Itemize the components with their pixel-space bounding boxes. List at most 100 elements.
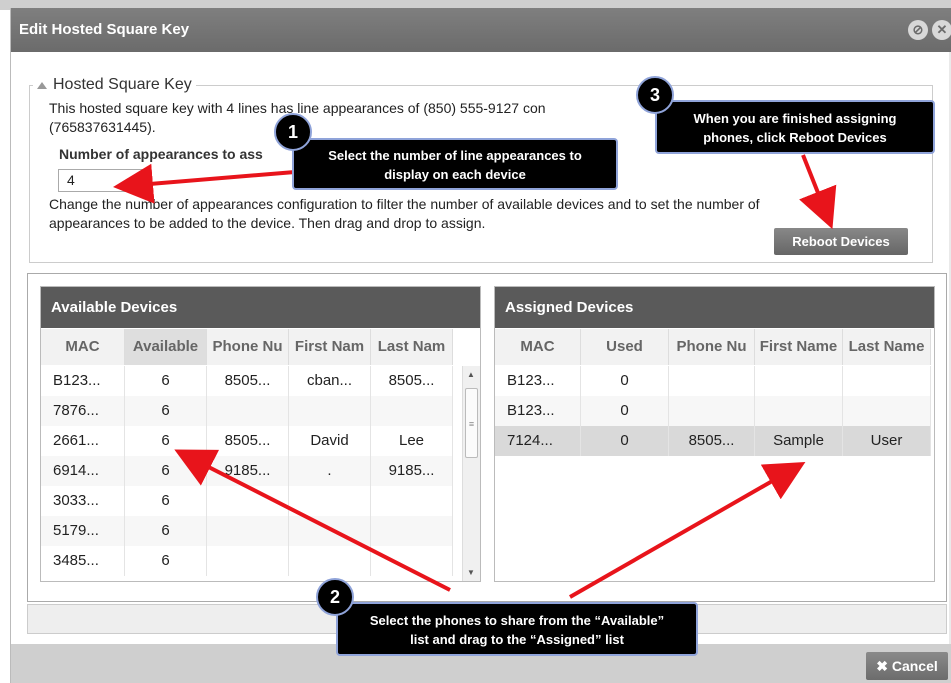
available-devices-title: Available Devices (41, 287, 480, 328)
assigned-cell (843, 396, 931, 426)
appearances-value: 4 (67, 172, 75, 188)
available-col-header[interactable]: Last Nam (371, 329, 453, 365)
callout-1: Select the number of line appearances to… (292, 138, 618, 190)
callout-2: Select the phones to share from the “Ava… (336, 602, 698, 656)
available-col-header[interactable]: First Nam (289, 329, 371, 365)
assigned-col-header[interactable]: MAC (495, 329, 581, 365)
available-table-row[interactable]: 3033... 6 (41, 486, 453, 516)
assigned-cell: 7124... (495, 426, 581, 456)
assigned-cell: 0 (581, 426, 669, 456)
available-cell (371, 486, 453, 516)
available-cell: . (289, 456, 371, 486)
available-table-row[interactable]: 3485... 6 (41, 546, 453, 576)
assigned-cell (669, 396, 755, 426)
available-cell: Lee (371, 426, 453, 456)
reboot-devices-button[interactable]: Reboot Devices (774, 228, 908, 255)
assigned-cell (669, 366, 755, 396)
assigned-cell: B123... (495, 366, 581, 396)
callout-1-line-1: Select the number of line appearances to (328, 148, 582, 163)
available-cell: 2661... (41, 426, 125, 456)
available-table-row[interactable]: 5179... 6 (41, 516, 453, 546)
available-cell (289, 396, 371, 426)
available-cell: 8505... (371, 366, 453, 396)
available-cell (207, 546, 289, 576)
available-cell: 6 (125, 456, 207, 486)
callout-3-badge: 3 (636, 76, 674, 114)
available-cell: 6 (125, 426, 207, 456)
assigned-cell: 8505... (669, 426, 755, 456)
available-col-header[interactable]: MAC (41, 329, 125, 365)
available-cell (371, 546, 453, 576)
available-cell (289, 516, 371, 546)
assigned-col-header[interactable]: Last Name (843, 329, 931, 365)
assigned-cell: 0 (581, 366, 669, 396)
available-cell (371, 516, 453, 546)
callout-2-badge: 2 (316, 578, 354, 616)
collapse-icon[interactable] (37, 81, 47, 89)
available-cell: David (289, 426, 371, 456)
available-table-row[interactable]: 2661... 6 8505... David Lee (41, 426, 453, 456)
settings-icon[interactable]: ⊘ (908, 20, 928, 40)
assigned-table-row[interactable]: 7124... 0 8505... Sample User (495, 426, 931, 456)
available-cell: cban... (289, 366, 371, 396)
available-cell: 6 (125, 516, 207, 546)
available-cell (289, 486, 371, 516)
available-col-header[interactable]: Phone Nu (207, 329, 289, 365)
available-cell: 9185... (207, 456, 289, 486)
spinner-icon[interactable]: ▲ ▼ (139, 173, 146, 186)
assigned-col-header[interactable]: First Name (755, 329, 843, 365)
assigned-table-row[interactable]: B123... 0 (495, 396, 931, 426)
assigned-cell (755, 366, 843, 396)
available-devices-panel: Available Devices MAC Available Phone Nu Fi… (40, 286, 481, 582)
legend-label: Hosted Square Key (53, 76, 192, 93)
available-cell: 5179... (41, 516, 125, 546)
scroll-thumb[interactable]: ≡ (465, 388, 478, 458)
assigned-table-row[interactable]: B123... 0 (495, 366, 931, 396)
available-table-row[interactable]: B123... 6 8505... cban... 8505... (41, 366, 453, 396)
assigned-cell: 0 (581, 396, 669, 426)
available-cell: 6 (125, 486, 207, 516)
available-cell: 6914... (41, 456, 125, 486)
available-cell: 8505... (207, 426, 289, 456)
available-scrollbar[interactable]: ▲ ≡ ▼ (462, 366, 480, 581)
appearances-label: Number of appearances to ass (59, 146, 263, 162)
cancel-icon: ✖ (876, 658, 888, 674)
assigned-col-header[interactable]: Phone Nu (669, 329, 755, 365)
available-cell: B123... (41, 366, 125, 396)
available-cell: 7876... (41, 396, 125, 426)
dialog-titlebar: Edit Hosted Square Key ⊘ ✕ (11, 8, 951, 52)
assigned-cell: Sample (755, 426, 843, 456)
callout-2-line-1: Select the phones to share from the “Ava… (369, 613, 665, 628)
cancel-label: Cancel (891, 658, 938, 674)
available-table-row[interactable]: 7876... 6 (41, 396, 453, 426)
cancel-button[interactable]: ✖ Cancel (866, 652, 948, 680)
scroll-up-icon[interactable]: ▲ (467, 370, 475, 379)
dialog-title: Edit Hosted Square Key (19, 21, 190, 38)
available-cell: 6 (125, 366, 207, 396)
available-cell: 9185... (371, 456, 453, 486)
available-col-header[interactable]: Available (125, 329, 207, 365)
scroll-down-icon[interactable]: ▼ (467, 568, 475, 577)
callout-3-line-1: When you are finished assigning (693, 111, 897, 126)
callout-2-line-2: list and drag to the “Assigned” list (410, 632, 624, 647)
available-cell: 6 (125, 396, 207, 426)
available-cell (289, 546, 371, 576)
assigned-col-header[interactable]: Used (581, 329, 669, 365)
available-cell (371, 396, 453, 426)
available-cell: 6 (125, 546, 207, 576)
close-icon[interactable]: ✕ (932, 20, 951, 40)
assigned-cell: User (843, 426, 931, 456)
instructions-line-1: Change the number of appearances configu… (49, 196, 760, 212)
available-cell: 3033... (41, 486, 125, 516)
appearances-input[interactable]: 4 ▲ ▼ (58, 169, 150, 192)
devices-area: Available Devices MAC Available Phone Nu Fi… (27, 273, 947, 602)
available-cell (207, 516, 289, 546)
callout-3-line-2: phones, click Reboot Devices (703, 130, 887, 145)
available-cell (207, 486, 289, 516)
callout-1-line-2: display on each device (384, 167, 526, 182)
available-table-row[interactable]: 6914... 6 9185.... 9185... (41, 456, 453, 486)
available-cell (207, 396, 289, 426)
callout-3: When you are finished assigning phones, … (655, 100, 935, 154)
callout-1-badge: 1 (274, 113, 312, 151)
section-legend[interactable]: Hosted Square Key (33, 76, 196, 94)
